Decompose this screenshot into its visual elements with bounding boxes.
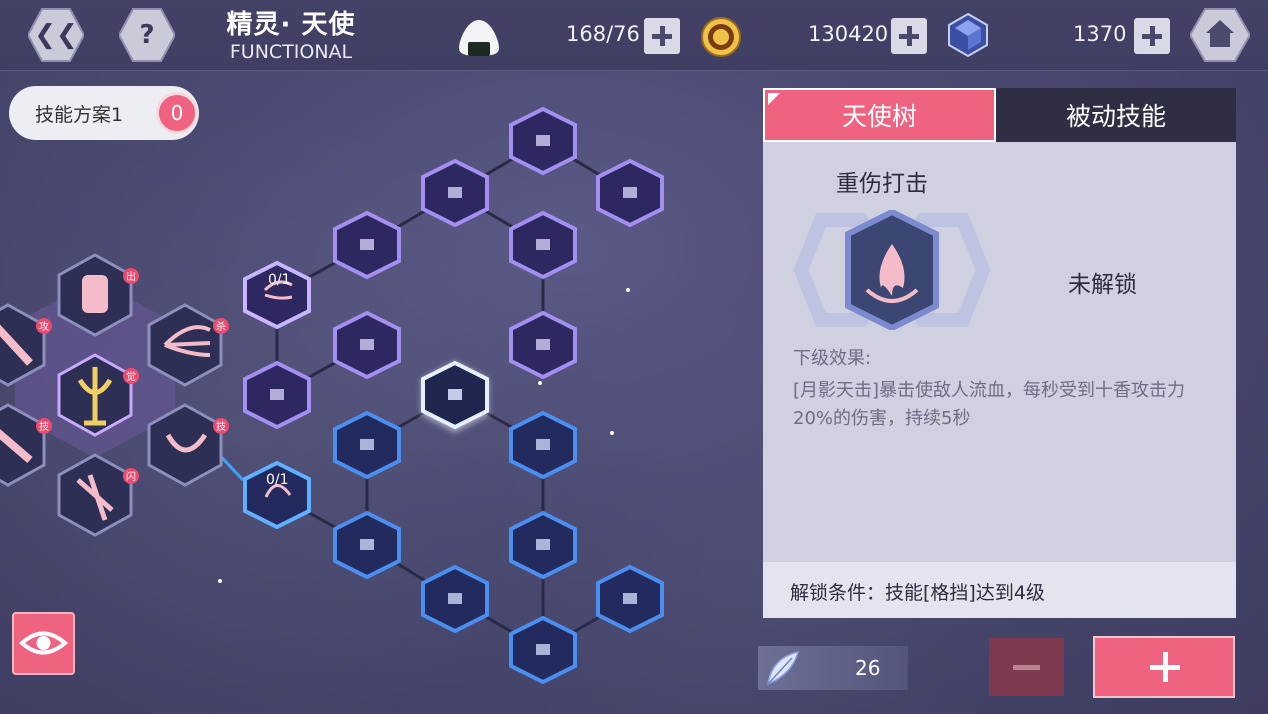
unlock-condition: 解锁条件：技能[格挡]达到4级 <box>790 582 1045 604</box>
tree-node[interactable] <box>421 564 489 634</box>
increase-button[interactable] <box>1093 636 1235 698</box>
tree-node[interactable] <box>509 615 577 685</box>
back-button[interactable]: ❮❮ <box>28 7 84 63</box>
feather-count: 26 <box>855 656 881 680</box>
tree-node[interactable] <box>596 564 664 634</box>
back-arrow-icon: ❮❮ <box>34 20 78 50</box>
tab-passive-skills-label: 被动技能 <box>1065 102 1166 131</box>
question-icon: ? <box>139 20 155 50</box>
node-progress-label: 0/1 <box>268 272 291 288</box>
rice-ball-icon <box>459 20 499 56</box>
svg-text:觉: 觉 <box>126 371 136 383</box>
lock-state: 未解锁 <box>1068 272 1137 298</box>
tree-node[interactable] <box>421 158 489 228</box>
svg-text:技: 技 <box>216 420 226 433</box>
feather-resource: 26 <box>758 646 908 690</box>
svg-text:杀: 杀 <box>216 320 226 333</box>
add-gold-button[interactable] <box>891 18 927 54</box>
tree-node[interactable] <box>333 510 401 580</box>
decrease-button[interactable] <box>989 638 1064 696</box>
tree-node[interactable] <box>509 410 577 480</box>
tree-node[interactable] <box>509 310 577 380</box>
effect-description: [月影天击]暴击使敌人流血，每秒受到十香攻击力20%的伤害，持续5秒 <box>793 380 1186 429</box>
tree-node[interactable] <box>243 360 311 430</box>
tree-node[interactable] <box>333 310 401 380</box>
tree-nodes-blue <box>243 410 664 685</box>
tree-node[interactable] <box>596 158 664 228</box>
svg-text:出: 出 <box>126 270 136 283</box>
effect-title: 下级效果: <box>793 348 872 369</box>
tree-node[interactable] <box>333 210 401 280</box>
crystal-icon <box>948 12 988 58</box>
svg-text:技: 技 <box>39 420 49 433</box>
add-stamina-button[interactable] <box>644 18 680 54</box>
home-button[interactable] <box>1190 7 1250 63</box>
tab-angel-tree-label: 天使树 <box>841 102 917 131</box>
skill-icon-large <box>793 210 991 330</box>
tab-passive-skills[interactable]: 被动技能 <box>996 88 1236 142</box>
panel-body: 重伤打击 未解锁 下级效果: [月影天击]暴击使敌人流血，每秒受到十香攻击力20… <box>763 142 1236 562</box>
tree-node[interactable] <box>509 106 577 176</box>
help-button[interactable]: ? <box>119 7 175 63</box>
view-toggle-button[interactable] <box>12 612 75 675</box>
gem-value: 1370 <box>1073 22 1127 46</box>
title-en: FUNCTIONAL <box>229 41 353 63</box>
gold-value: 130420 <box>808 22 889 46</box>
svg-text:攻: 攻 <box>39 320 49 333</box>
skill-kill-icon[interactable]: 杀 <box>147 303 229 387</box>
title-cn: 精灵· 天使 <box>226 10 356 40</box>
eye-icon <box>19 631 69 655</box>
skill-flash-icon[interactable]: 闪 <box>57 453 139 537</box>
node-progress-label: 0/1 <box>266 472 289 488</box>
top-bar: ❮❮ ? 精灵· 天使 FUNCTIONAL 168/76 130420 137… <box>0 0 1268 71</box>
svg-text:闪: 闪 <box>126 470 136 483</box>
feather-icon <box>767 650 800 686</box>
tree-node[interactable] <box>509 210 577 280</box>
tree-node-selected[interactable] <box>421 360 489 433</box>
skill-detail-panel: 天使树 被动技能 重伤打击 未解锁 下级效果: [月影天击]暴击使敌人流血，每秒… <box>763 88 1236 618</box>
add-gem-button[interactable] <box>1134 18 1170 54</box>
unlock-condition-bar: 解锁条件：技能[格挡]达到4级 <box>763 562 1236 618</box>
page-title: 精灵· 天使 FUNCTIONAL <box>216 4 366 63</box>
gold-coin-icon <box>701 17 741 57</box>
tree-node[interactable] <box>509 510 577 580</box>
tab-angel-tree[interactable]: 天使树 <box>763 88 996 142</box>
skill-name: 重伤打击 <box>836 171 928 197</box>
tree-node[interactable] <box>333 410 401 480</box>
skill-tree: 出 攻 杀 觉 技 技 闪 <box>0 106 664 685</box>
skill-tech-right-icon[interactable]: 技 <box>147 403 229 487</box>
stamina-value: 168/76 <box>566 22 640 46</box>
